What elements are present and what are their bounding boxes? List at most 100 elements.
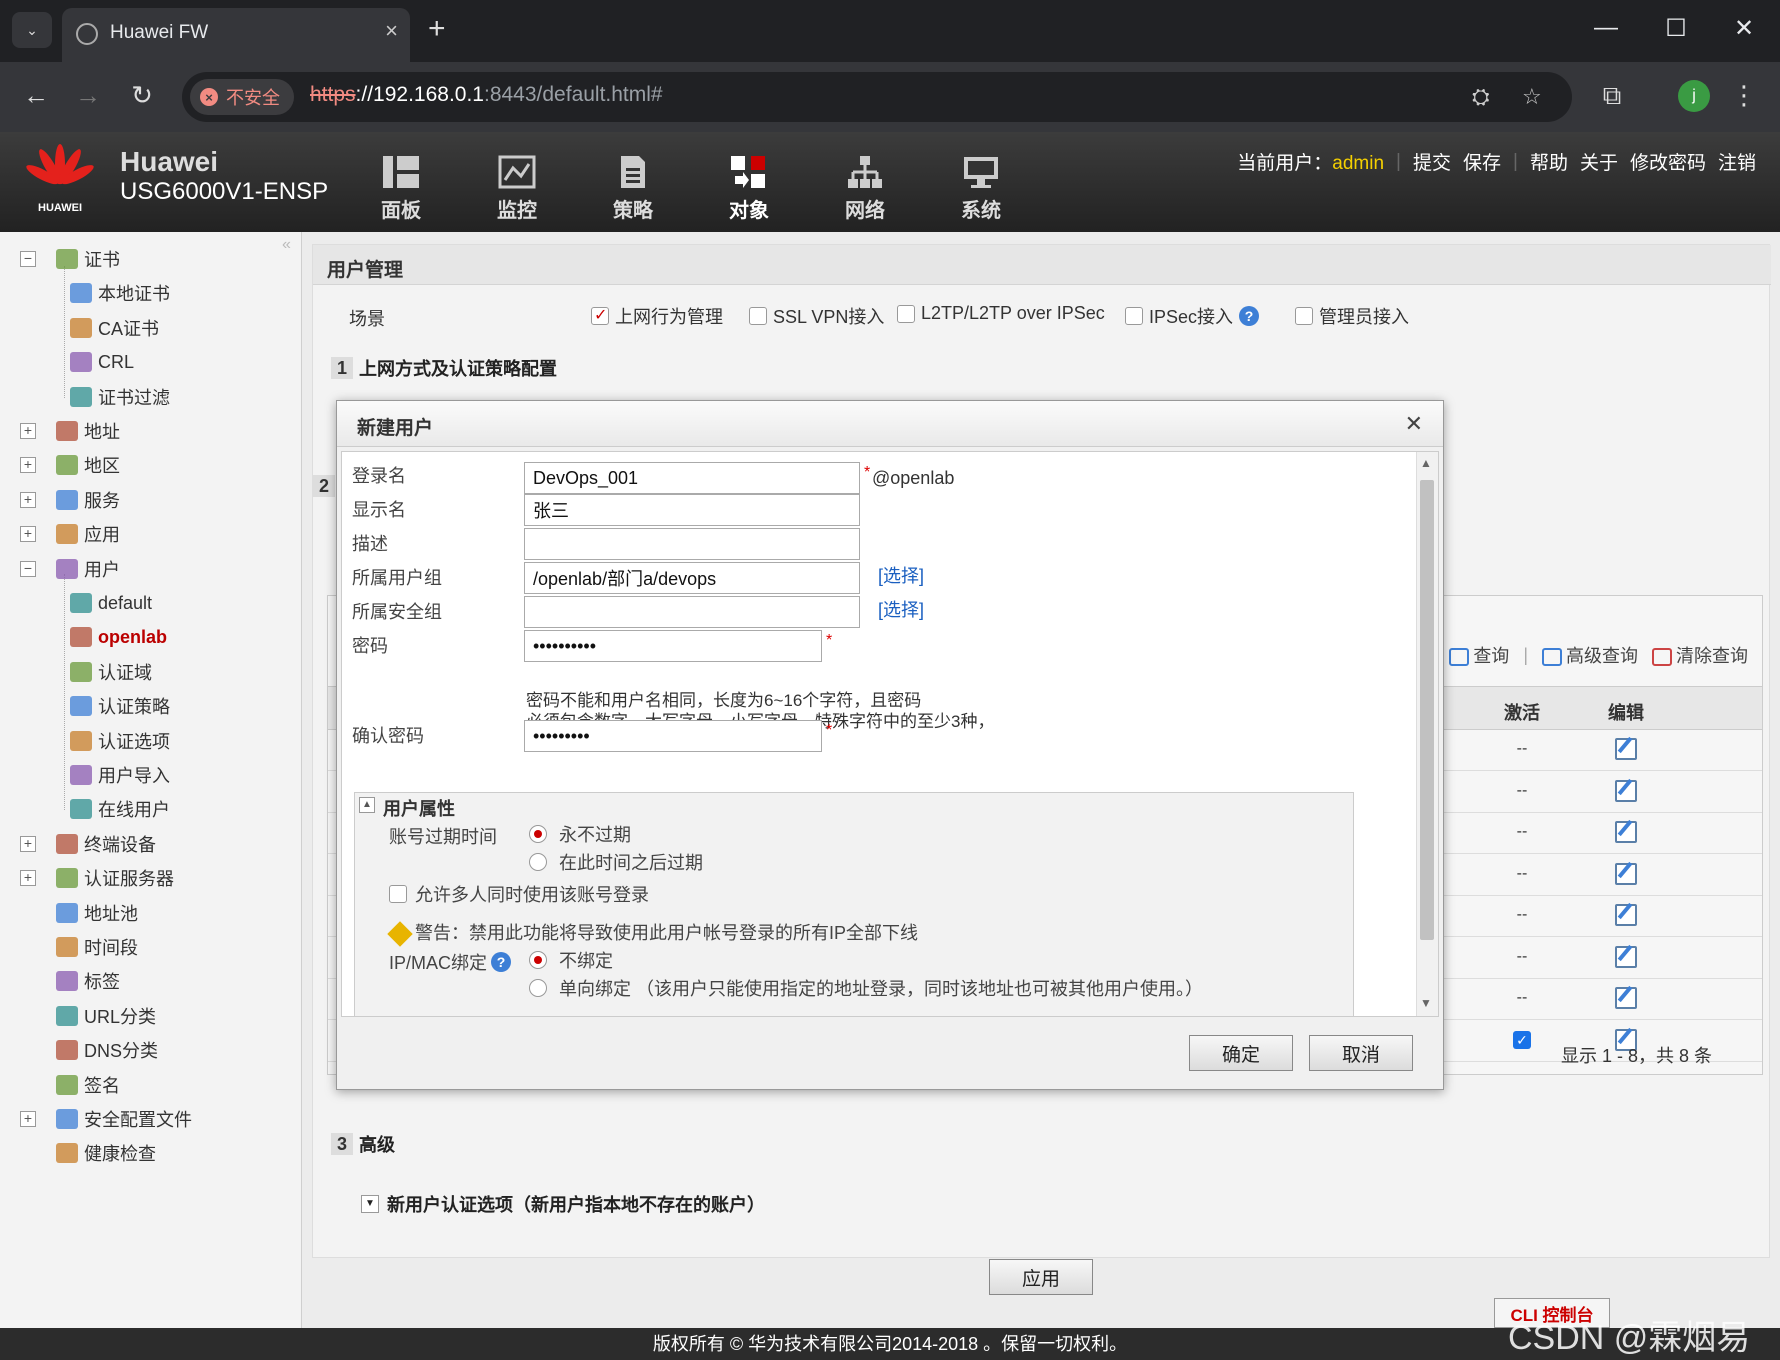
user-group-input[interactable] [524, 562, 860, 594]
sidebar-item[interactable]: + 地区 [20, 450, 120, 480]
edit-icon[interactable] [1615, 945, 1637, 968]
sidebar-item[interactable]: openlab [70, 622, 167, 652]
description-input[interactable] [524, 528, 860, 560]
new-user-auth-option[interactable]: ▼ 新用户认证选项（新用户指本地不存在的账户） [361, 1191, 765, 1217]
url-text[interactable]: https://192.168.0.1:8443/default.html# [310, 83, 663, 107]
expand-icon[interactable]: + [20, 1111, 36, 1127]
maximize-button[interactable]: ☐ [1656, 14, 1696, 43]
radio[interactable] [529, 853, 547, 871]
extensions-icon[interactable]: ⧉ [1594, 80, 1630, 112]
sidebar-item[interactable]: 认证选项 [70, 726, 170, 756]
nav-object[interactable]: 对象 [704, 154, 794, 223]
collapse-icon[interactable]: ▲ [359, 797, 375, 813]
scene-l2tp[interactable]: L2TP/L2TP over IPSec [897, 303, 1105, 324]
collapse-icon[interactable]: − [20, 560, 36, 577]
column-active[interactable]: 激活 [1472, 699, 1572, 725]
sidebar-item[interactable]: 证书过滤 [70, 382, 170, 412]
collapse-sidebar-icon[interactable]: « [282, 236, 291, 254]
sidebar-item[interactable]: 地址池 [20, 898, 138, 928]
scene-web-behavior[interactable]: 上网行为管理 [591, 303, 723, 329]
scene-ipsec[interactable]: IPSec接入? [1125, 303, 1260, 329]
checkbox[interactable] [1295, 307, 1313, 325]
expand-icon[interactable]: + [20, 423, 36, 439]
save-link[interactable]: 保存 [1463, 148, 1501, 175]
radio[interactable] [529, 825, 547, 843]
sidebar-item[interactable]: URL分类 [20, 1001, 156, 1031]
edit-icon[interactable] [1615, 987, 1637, 1009]
radio[interactable] [529, 979, 547, 997]
sidebar-item[interactable]: 健康检查 [20, 1138, 156, 1168]
expire-after-option[interactable]: 在此时间之后过期 [529, 849, 703, 875]
sidebar-item[interactable]: 用户导入 [70, 760, 170, 790]
back-button[interactable]: ← [18, 80, 54, 111]
address-bar[interactable]: × 不安全 https://192.168.0.1:8443/default.h… [182, 72, 1572, 122]
expand-icon[interactable]: + [20, 835, 36, 852]
sidebar-item[interactable]: 时间段 [20, 932, 138, 962]
nav-network[interactable]: 网络 [820, 154, 910, 223]
nav-policy[interactable]: 策略 [588, 154, 678, 223]
profile-avatar[interactable]: j [1678, 80, 1710, 112]
query-button[interactable]: 查询 [1449, 642, 1509, 668]
expand-icon[interactable]: ▼ [361, 1195, 379, 1213]
expand-icon[interactable]: + [20, 526, 36, 543]
security-group-input[interactable] [524, 596, 860, 628]
expand-icon[interactable]: + [20, 491, 36, 508]
sidebar-item[interactable]: − 用户 [20, 554, 120, 584]
display-name-input[interactable] [524, 494, 860, 526]
login-name-input[interactable] [524, 462, 860, 494]
sidebar-item[interactable]: DNS分类 [20, 1035, 158, 1065]
select-user-group-link[interactable]: [选择] [878, 562, 924, 588]
sidebar-item[interactable]: CA证书 [70, 313, 159, 343]
sidebar-item[interactable]: + 地址 [20, 416, 120, 446]
help-icon[interactable]: ? [491, 952, 512, 972]
checkbox[interactable] [749, 307, 767, 325]
change-password-link[interactable]: 修改密码 [1630, 148, 1706, 175]
about-link[interactable]: 关于 [1580, 148, 1618, 175]
sidebar-item[interactable]: 本地证书 [70, 278, 170, 308]
scene-admin[interactable]: 管理员接入 [1295, 303, 1409, 329]
help-link[interactable]: 帮助 [1530, 148, 1568, 175]
expand-icon[interactable]: + [20, 870, 36, 887]
close-icon[interactable]: ✕ [1405, 411, 1423, 437]
active-cell[interactable]: ✓ [1472, 1030, 1572, 1050]
sidebar-item[interactable]: + 服务 [20, 485, 120, 515]
confirm-password-input[interactable] [524, 720, 822, 752]
sidebar-item[interactable]: + 认证服务器 [20, 863, 174, 893]
edit-icon[interactable] [1615, 738, 1637, 760]
nav-monitor[interactable]: 监控 [472, 154, 562, 223]
expire-never-option[interactable]: 永不过期 [529, 821, 631, 847]
sidebar-item[interactable]: 认证域 [70, 657, 152, 687]
translate-icon[interactable]: ⛭ [1472, 84, 1490, 110]
dialog-scrollbar[interactable]: ▲ ▼ [1416, 452, 1438, 1016]
sidebar-item[interactable]: 认证策略 [70, 691, 170, 721]
sidebar-item[interactable]: + 应用 [20, 519, 120, 549]
radio[interactable] [529, 951, 547, 969]
collapse-icon[interactable]: − [20, 251, 36, 267]
minimize-button[interactable]: — [1586, 14, 1626, 42]
scene-ssl-vpn[interactable]: SSL VPN接入 [749, 303, 884, 329]
cancel-button[interactable]: 取消 [1309, 1035, 1413, 1071]
clear-query-button[interactable]: 清除查询 [1652, 642, 1748, 668]
select-security-group-link[interactable]: [选择] [878, 596, 924, 622]
checkbox[interactable] [389, 885, 407, 903]
ok-button[interactable]: 确定 [1189, 1035, 1293, 1071]
help-icon[interactable]: ? [1239, 306, 1260, 326]
sidebar-item[interactable]: default [70, 588, 152, 618]
advanced-query-button[interactable]: 高级查询 [1542, 642, 1638, 668]
browser-tab[interactable]: Huawei FW × [62, 8, 410, 62]
ipmac-oneway-option[interactable]: 单向绑定 （该用户只能使用指定的地址登录，同时该地址也可被其他用户使用。） [529, 975, 1203, 1001]
nav-dashboard[interactable]: 面板 [356, 154, 446, 223]
bookmark-star-icon[interactable]: ☆ [1522, 84, 1542, 110]
new-tab-button[interactable]: + [428, 14, 446, 44]
menu-icon[interactable]: ⋮ [1726, 80, 1762, 111]
apply-button[interactable]: 应用 [989, 1259, 1093, 1295]
close-tab-icon[interactable]: × [385, 18, 398, 44]
nav-system[interactable]: 系统 [936, 154, 1026, 223]
checkbox[interactable] [1125, 307, 1143, 325]
edit-icon[interactable] [1615, 779, 1637, 802]
edit-icon[interactable] [1615, 904, 1637, 926]
sidebar-item[interactable]: CRL [70, 347, 134, 377]
close-window-button[interactable]: ✕ [1724, 14, 1764, 43]
forward-button[interactable]: → [70, 80, 106, 111]
checkbox[interactable] [591, 305, 609, 325]
